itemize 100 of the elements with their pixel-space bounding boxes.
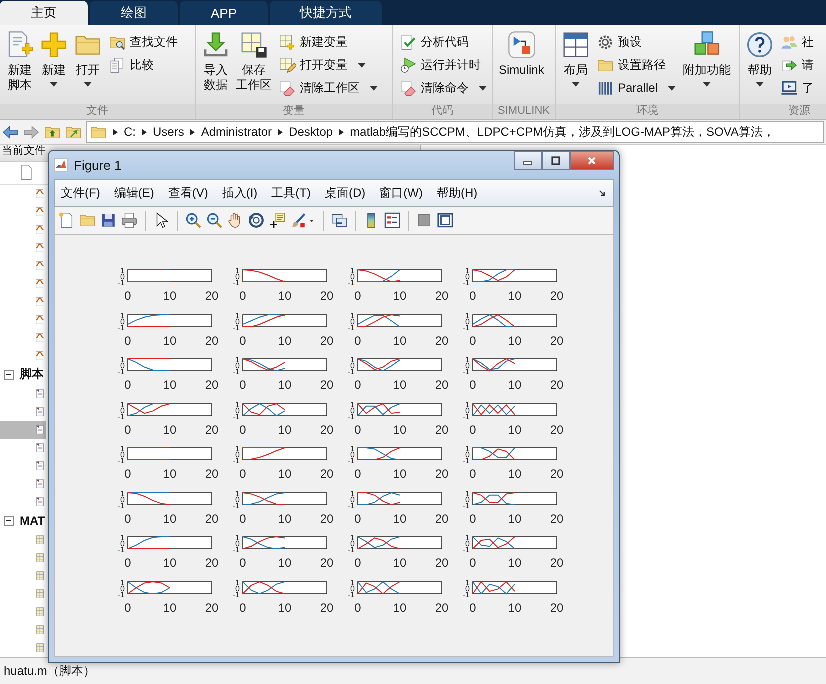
document-icon[interactable]: [18, 164, 35, 182]
back-arrow-icon[interactable]: [2, 124, 19, 140]
file-row[interactable]: [0, 420, 46, 439]
tick-label: 10: [163, 378, 177, 392]
tick-label: 0: [354, 289, 362, 303]
maximize-button[interactable]: [542, 151, 570, 170]
ribbon-button[interactable]: 新建: [38, 29, 70, 89]
ribbon-button[interactable]: 查找文件: [106, 31, 181, 53]
ribbon-button[interactable]: 分析代码: [397, 31, 490, 53]
tick-label: -1: [118, 590, 125, 599]
breadcrumb-separator-icon: [113, 128, 118, 136]
ribbon-button[interactable]: Parallel: [594, 77, 680, 99]
eraser-icon: [279, 80, 296, 96]
plot-curves: [242, 580, 286, 594]
ribbon-button[interactable]: 导入 数据: [200, 29, 232, 95]
ribbon-button[interactable]: 预设: [594, 31, 680, 53]
tick-label: 0: [354, 467, 362, 481]
ribbon-tab[interactable]: 快捷方式: [270, 1, 382, 25]
ribbon-button[interactable]: 附加功能: [681, 29, 734, 89]
ribbon-button[interactable]: 布局: [560, 29, 592, 89]
tick-label: 1: [350, 444, 355, 454]
menu-item[interactable]: 桌面(D): [324, 184, 366, 202]
tick-label: 0: [240, 378, 246, 392]
tick-label: 10: [163, 289, 177, 303]
tick-label: 1: [236, 444, 240, 454]
ribbon-button[interactable]: 清除命令: [397, 77, 490, 99]
square-icon[interactable]: [416, 212, 433, 229]
ribbon-tab[interactable]: 绘图: [90, 1, 178, 25]
legend-icon[interactable]: [384, 212, 401, 229]
path-segment[interactable]: Administrator: [201, 125, 272, 139]
minimize-button[interactable]: [514, 151, 542, 170]
zoom-in-icon[interactable]: [185, 212, 202, 229]
help-icon: [746, 31, 774, 59]
rotate-icon[interactable]: [248, 212, 265, 229]
tick-label: 1: [120, 311, 125, 320]
menu-item[interactable]: 工具(T): [272, 184, 311, 202]
ribbon-button[interactable]: 保存 工作区: [234, 29, 274, 95]
ribbon-tab[interactable]: 主页: [0, 1, 88, 25]
ribbon-button[interactable]: 设置路径: [594, 54, 680, 76]
tick-label: 1: [120, 356, 125, 364]
frame-icon[interactable]: [437, 212, 454, 229]
tick-label: 10: [508, 422, 522, 436]
play-clock-icon: [400, 56, 417, 74]
ribbon-tab[interactable]: APP: [180, 1, 268, 25]
tick-label: -1: [232, 278, 240, 288]
zoom-out-icon[interactable]: [206, 212, 223, 229]
ribbon-button[interactable]: 社: [778, 31, 817, 53]
tick-label: 0: [124, 378, 132, 392]
tick-label: 0: [470, 334, 476, 348]
dock-arrow-icon[interactable]: [598, 188, 607, 198]
tick-label: 0: [354, 378, 362, 392]
tick-label: 20: [550, 334, 564, 348]
ribbon-button[interactable]: 打开: [72, 29, 104, 89]
ribbon-button[interactable]: 运行并计时: [397, 54, 490, 76]
printer-icon[interactable]: [121, 212, 138, 229]
tick-label: 10: [393, 378, 407, 392]
tick-label: 20: [550, 512, 564, 526]
tick-label: -1: [462, 278, 470, 288]
new-document-icon[interactable]: [58, 212, 75, 229]
ribbon-button[interactable]: 新建变量: [276, 31, 381, 53]
linked-windows-icon[interactable]: [331, 212, 348, 229]
tick-label: 1: [466, 444, 470, 454]
menu-item[interactable]: 插入(I): [222, 184, 258, 202]
path-field[interactable]: C: Users Administrator Desktop matlab编写的SCCPM、LDPC+CPM仿真，涉及到LOG-MAP算法，SOVA算法，: [86, 121, 824, 143]
data-cursor-icon[interactable]: [269, 212, 286, 229]
tick-label: 0: [120, 317, 125, 326]
ribbon-button[interactable]: 请: [778, 54, 817, 76]
ribbon-button[interactable]: 新建 脚本: [4, 29, 36, 95]
path-segment[interactable]: matlab编写的SCCPM、LDPC+CPM仿真，涉及到LOG-MAP算法，SOVA算法，: [350, 124, 775, 140]
ribbon-button[interactable]: 比较: [106, 54, 181, 76]
tick-label: 10: [278, 289, 292, 303]
checkmark-document-icon: [400, 34, 417, 50]
menu-item[interactable]: 编辑(E): [114, 184, 154, 202]
tick-label: 1: [236, 266, 240, 276]
brush-icon[interactable]: [290, 212, 307, 229]
ribbon-button[interactable]: 了: [778, 77, 817, 99]
menu-item[interactable]: 帮助(H): [436, 184, 478, 202]
collapse-icon[interactable]: [4, 370, 14, 380]
close-button[interactable]: [570, 151, 614, 170]
tick-label: 0: [236, 540, 240, 548]
collapse-icon[interactable]: [4, 516, 14, 526]
tick-label: -1: [462, 368, 470, 376]
menu-item[interactable]: 查看(V): [168, 184, 208, 202]
ribbon-button[interactable]: 帮助: [744, 29, 776, 89]
ribbon-button[interactable]: 打开变量: [276, 54, 381, 76]
tick-label: 20: [550, 556, 564, 570]
path-segment[interactable]: Desktop: [289, 125, 334, 139]
tick-label: 0: [124, 512, 132, 526]
menu-item[interactable]: 窗口(W): [380, 184, 423, 202]
plot-curves: [358, 580, 400, 594]
path-segment[interactable]: C:: [124, 125, 136, 139]
tick-label: 1: [466, 578, 470, 587]
ribbon-button[interactable]: Simulink: [497, 29, 546, 80]
tick-label: 20: [320, 512, 334, 526]
forward-arrow-icon[interactable]: [23, 124, 40, 140]
menu-item[interactable]: 文件(F): [61, 184, 100, 202]
tick-label: 1: [236, 489, 240, 498]
path-segment[interactable]: Users: [153, 125, 184, 139]
tick-label: -1: [462, 412, 470, 421]
ribbon-button[interactable]: 清除工作区: [276, 77, 381, 99]
